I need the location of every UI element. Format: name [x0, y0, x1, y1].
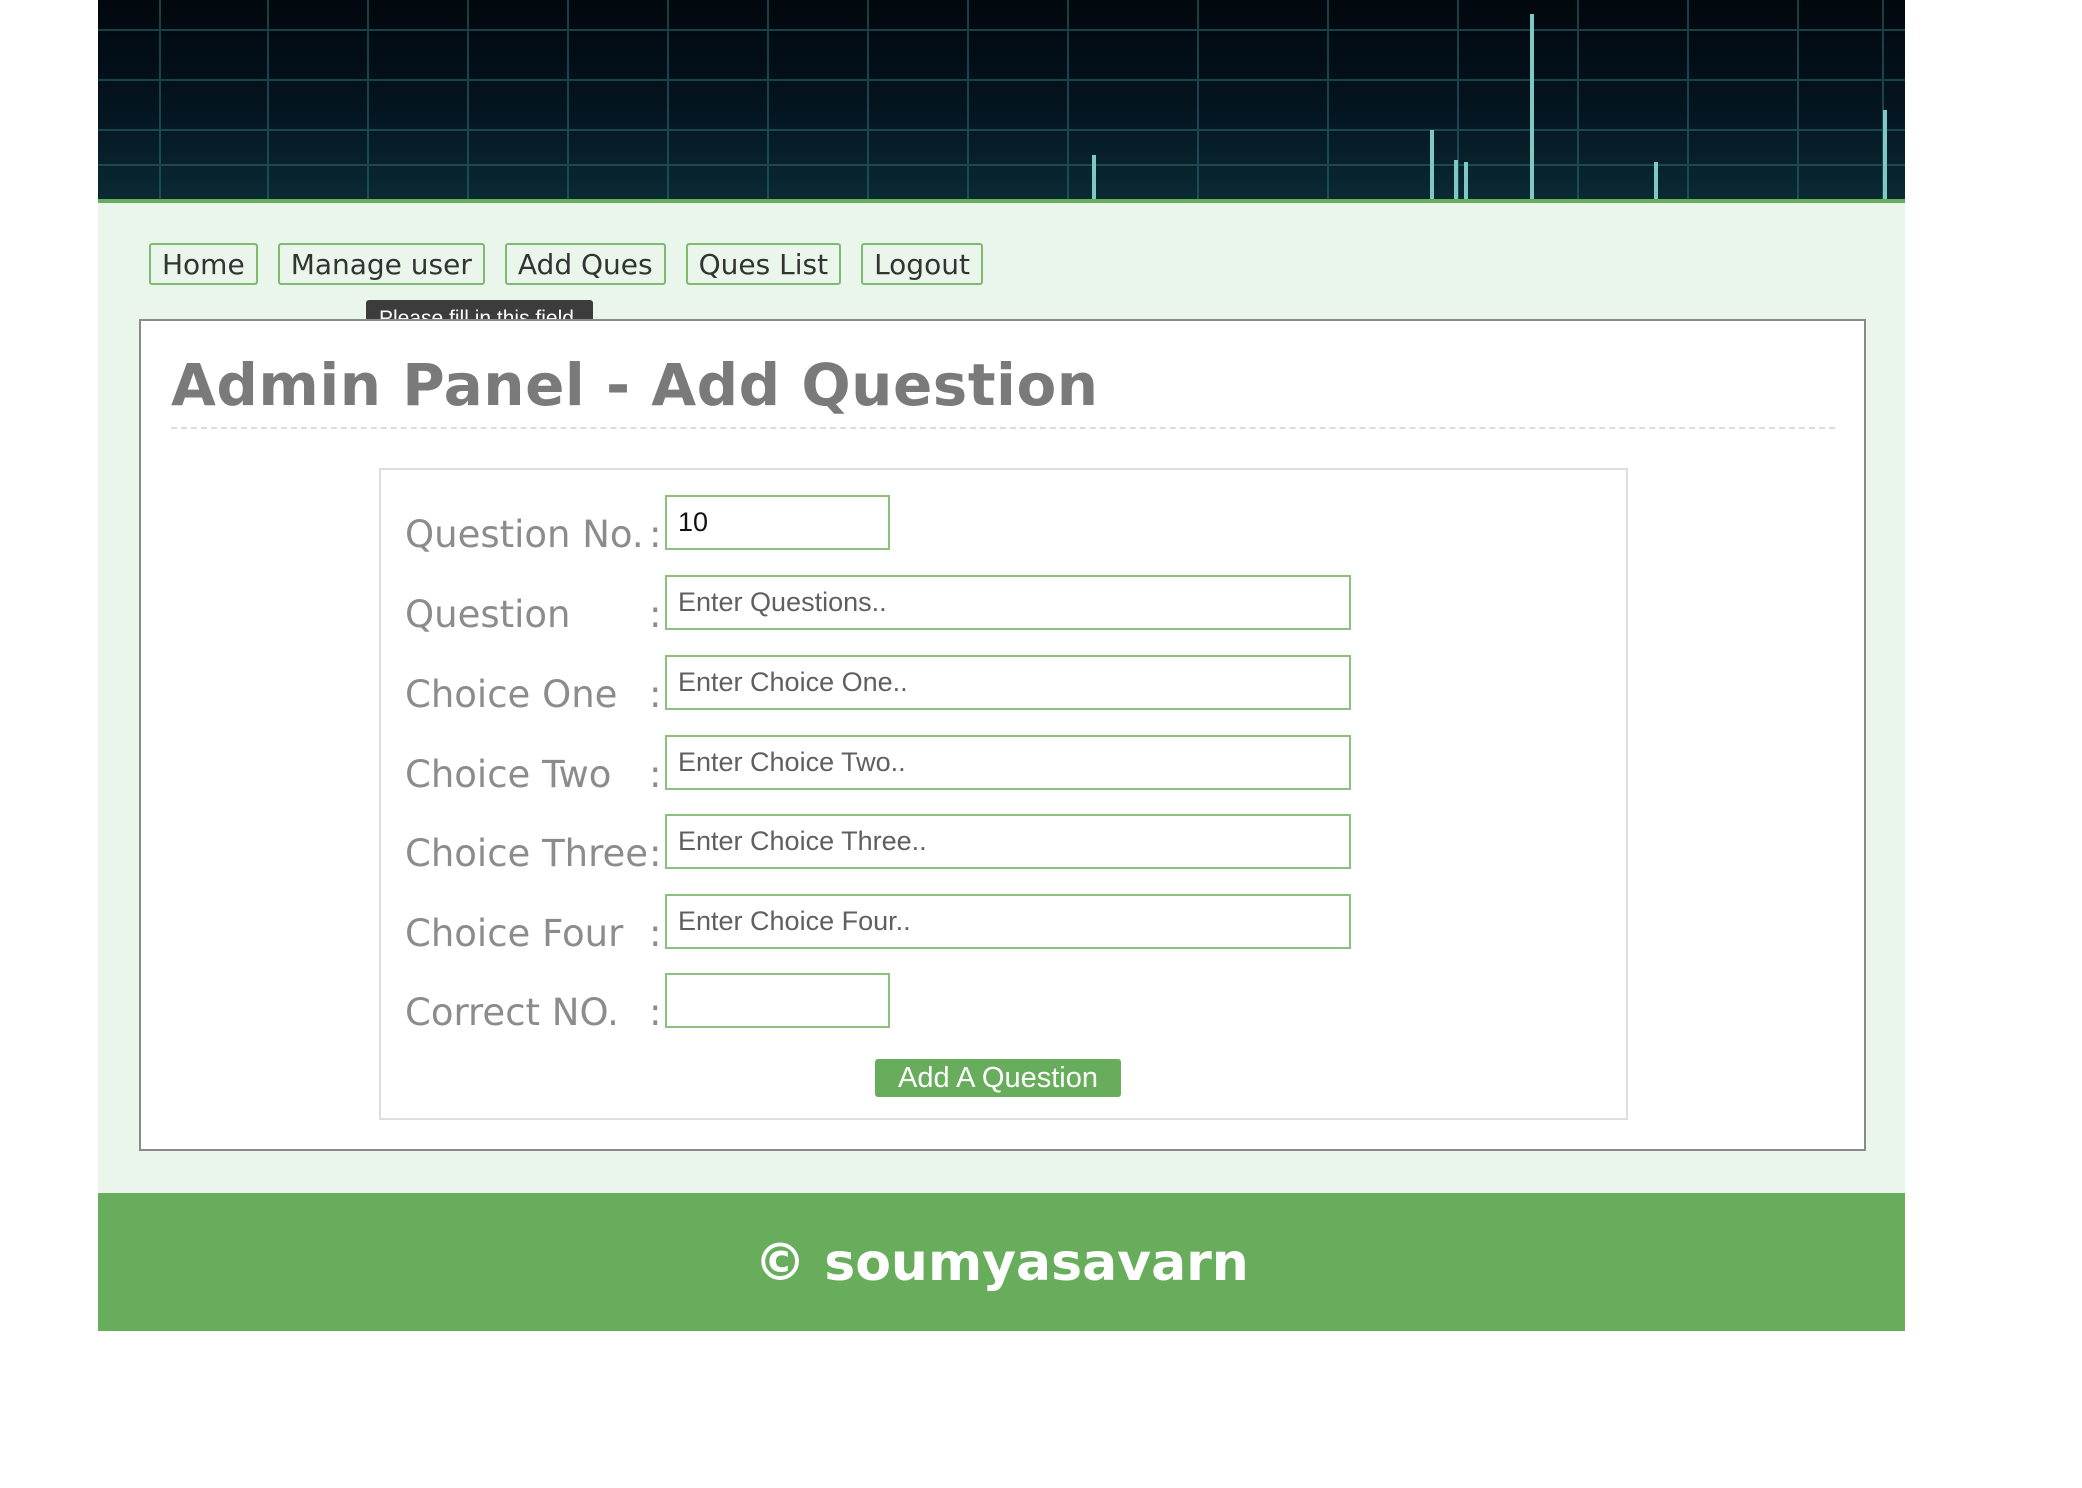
choice-one-input[interactable]: [665, 655, 1351, 710]
add-question-button[interactable]: Add A Question: [875, 1059, 1121, 1097]
choice-two-input[interactable]: [665, 735, 1351, 790]
correct-no-label: Correct NO.: [405, 991, 619, 1034]
question-no-label: Question No.: [405, 513, 644, 556]
colon-separator: :: [649, 753, 662, 796]
add-question-form: Question No. : Question : Choice One : C…: [379, 468, 1628, 1120]
nav-logout-button[interactable]: Logout: [861, 243, 983, 285]
question-label: Question: [405, 593, 571, 636]
admin-panel: Admin Panel - Add Question Question No. …: [139, 319, 1866, 1151]
choice-two-label: Choice Two: [405, 753, 612, 796]
main-area: Home Manage user Add Ques Ques List Logo…: [98, 203, 1905, 1193]
choice-three-input[interactable]: [665, 814, 1351, 869]
question-no-input[interactable]: [665, 495, 890, 550]
banner-grid-graphic: [98, 0, 1905, 199]
colon-separator: :: [649, 673, 662, 716]
footer: © soumyasavarn: [98, 1193, 1905, 1331]
correct-no-input[interactable]: [665, 973, 890, 1028]
page: Home Manage user Add Ques Ques List Logo…: [98, 0, 1905, 1331]
header-banner: [98, 0, 1905, 199]
choice-four-label: Choice Four: [405, 912, 624, 955]
choice-three-label: Choice Three: [405, 832, 649, 875]
colon-separator: :: [649, 513, 662, 556]
colon-separator: :: [649, 832, 662, 875]
nav-manage-user-button[interactable]: Manage user: [277, 243, 485, 285]
question-input[interactable]: [665, 575, 1351, 630]
nav-home-button[interactable]: Home: [149, 243, 258, 285]
colon-separator: :: [649, 912, 662, 955]
choice-one-label: Choice One: [405, 673, 618, 716]
colon-separator: :: [649, 593, 662, 636]
page-title: Admin Panel - Add Question: [171, 351, 1099, 419]
nav-ques-list-button[interactable]: Ques List: [685, 243, 842, 285]
nav-add-ques-button[interactable]: Add Ques: [504, 243, 666, 285]
choice-four-input[interactable]: [665, 894, 1351, 949]
colon-separator: :: [649, 991, 662, 1034]
footer-copyright: © soumyasavarn: [754, 1233, 1249, 1293]
top-nav: Home Manage user Add Ques Ques List Logo…: [149, 243, 983, 285]
title-divider: [171, 427, 1835, 429]
